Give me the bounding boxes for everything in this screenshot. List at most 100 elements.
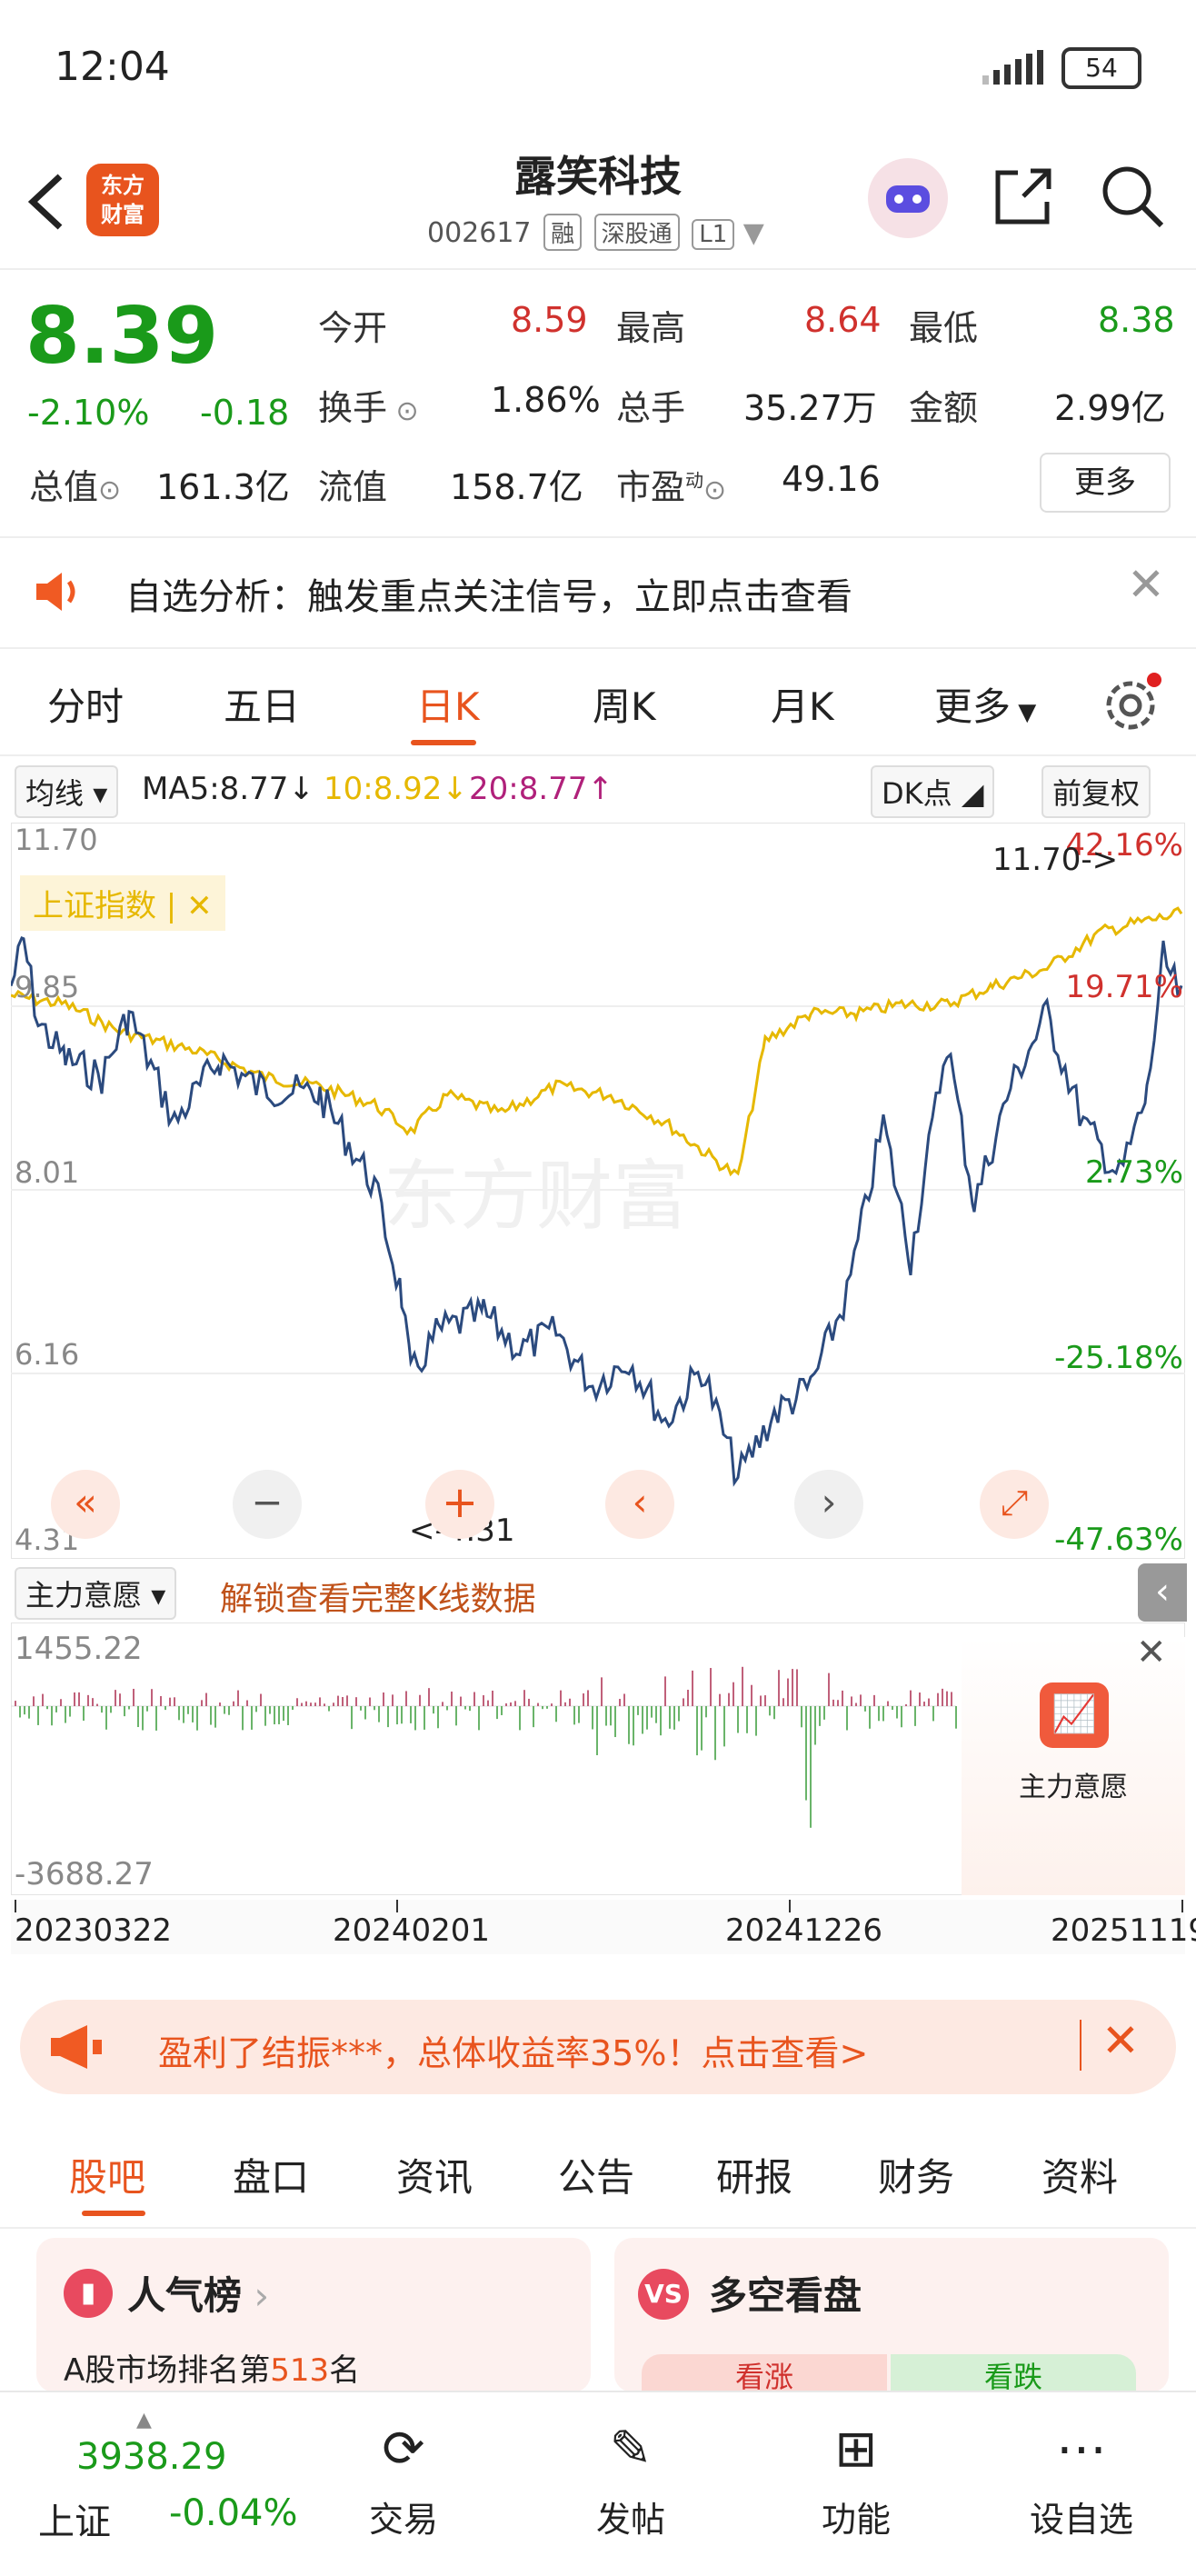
intention-bar [433, 1706, 434, 1714]
close-icon[interactable]: ✕ [1101, 2014, 1140, 2067]
intention-bar [710, 1668, 712, 1706]
intention-bar [705, 1706, 707, 1718]
tab-weekly-k[interactable]: 周K [593, 676, 656, 732]
nav-post[interactable]: ✎ 发帖 [540, 2420, 722, 2541]
intention-bar [687, 1690, 689, 1706]
robot-avatar[interactable] [868, 158, 948, 238]
intention-bar [378, 1706, 380, 1722]
intention-lock-panel[interactable]: 📈 主力意愿 [962, 1637, 1185, 1895]
bull-bear-card[interactable]: VS 多空看盘 看涨 看跌 [614, 2238, 1169, 2394]
value-turnover: 1.86% [491, 380, 601, 420]
bullish-button[interactable]: 看涨 [642, 2354, 887, 2394]
fullscreen-icon[interactable]: ⤢ [980, 1470, 1049, 1539]
share-icon[interactable] [991, 164, 1056, 229]
intention-bar [110, 1706, 112, 1713]
pct-label-4: -25.18% [1054, 1340, 1183, 1376]
intention-bar [169, 1697, 171, 1706]
ma-select[interactable]: 均线 ▾ [15, 765, 119, 818]
unlock-link[interactable]: 解锁查看完整K线数据 [220, 1573, 536, 1620]
intention-bar [105, 1706, 107, 1730]
tab-news[interactable]: 资讯 [396, 2147, 473, 2202]
nav-add-watchlist[interactable]: ⋯ 设自选 [991, 2420, 1172, 2541]
bearish-button[interactable]: 看跌 [891, 2354, 1136, 2394]
intention-bar [464, 1706, 466, 1710]
value-volume: 35.27万 [743, 388, 877, 428]
zoom-in-icon[interactable]: + [425, 1470, 494, 1539]
intention-bar [174, 1697, 175, 1706]
intention-bar [210, 1706, 212, 1725]
intention-bar [242, 1706, 244, 1731]
tab-daily-k[interactable]: 日K [416, 676, 480, 732]
intention-bar [351, 1706, 353, 1730]
intention-bar [832, 1699, 834, 1706]
tab-finance[interactable]: 财务 [878, 2147, 954, 2202]
k-line-chart[interactable]: 东方财富 11.70 9.85 8.01 6.16 4.31 42.16% 19… [9, 822, 1186, 1560]
nav-functions[interactable]: ⊞ 功能 [765, 2420, 947, 2541]
rewind-icon[interactable]: « [51, 1470, 120, 1539]
more-quote-button[interactable]: 更多 [1040, 453, 1171, 513]
tab-announcements[interactable]: 公告 [558, 2147, 634, 2202]
date-label-1: 20230322 [15, 1912, 173, 1949]
settings-icon[interactable] [1100, 671, 1165, 736]
intention-bar [51, 1706, 53, 1726]
zoom-out-icon[interactable]: − [233, 1470, 302, 1539]
intention-bar [264, 1706, 266, 1726]
adjust-select[interactable]: 前复权 [1042, 765, 1151, 818]
intention-bar [446, 1706, 448, 1711]
grid-icon: ⊞ [834, 2420, 878, 2479]
dk-point-select[interactable]: DK点 ◢ [871, 765, 995, 818]
prev-icon[interactable]: ‹ [605, 1470, 674, 1539]
intention-bar [633, 1706, 634, 1746]
next-icon[interactable]: › [794, 1470, 863, 1539]
tab-more[interactable]: 更多 ▼ [934, 676, 1036, 732]
intention-bar [701, 1706, 703, 1751]
search-icon[interactable] [1098, 162, 1167, 231]
intention-bar [819, 1706, 821, 1726]
intention-bar [337, 1695, 339, 1706]
y-label-top: 11.70 [15, 823, 98, 857]
label-amount: 金额 [909, 388, 979, 428]
edit-icon: ✎ [609, 2420, 653, 2479]
intention-bar [374, 1706, 375, 1711]
intention-bottom: -3688.27 [15, 1856, 154, 1892]
tab-orderbook[interactable]: 盘口 [233, 2147, 309, 2202]
promo-banner[interactable]: 盈利了结振***，总体收益率35%！点击查看> ✕ [20, 2000, 1176, 2094]
megaphone-icon [51, 2025, 102, 2069]
intention-badge-label: 主力意愿 [1019, 1772, 1128, 1803]
battery-icon: 54 [1061, 47, 1141, 89]
nav-trade[interactable]: ⟳ 交易 [313, 2420, 494, 2541]
collapse-icon[interactable]: ‹ [1138, 1563, 1187, 1622]
intention-bar [419, 1694, 421, 1706]
intention-bar [619, 1699, 621, 1706]
tab-forum[interactable]: 股吧 [69, 2147, 145, 2202]
tab-research[interactable]: 研报 [716, 2147, 792, 2202]
intention-bar [483, 1695, 484, 1706]
notice-bar[interactable]: 自选分析：触发重点关注信号，立即点击查看 ✕ [0, 536, 1196, 649]
tab-profile[interactable]: 资料 [1042, 2147, 1118, 2202]
intention-chart[interactable]: 1455.22 -3688.27 📈 主力意愿 ✕ [10, 1622, 1186, 1896]
popularity-card[interactable]: ▮ 人气榜 › A股市场排名第513名 [36, 2238, 591, 2392]
intention-bar [751, 1684, 752, 1706]
intention-bar [733, 1682, 734, 1706]
intention-bar [342, 1697, 344, 1706]
intention-bar [196, 1706, 198, 1731]
intention-bar [96, 1703, 98, 1706]
stock-code-line: 002617 融 深股通 L1 ▼ [427, 214, 764, 251]
intention-bar [501, 1706, 503, 1715]
tab-intraday[interactable]: 分时 [47, 676, 124, 732]
close-icon[interactable]: ✕ [1136, 1632, 1167, 1673]
intention-bar [224, 1706, 225, 1714]
intention-bar [537, 1702, 539, 1706]
intention-bar [496, 1706, 498, 1720]
intention-bar [755, 1706, 757, 1736]
intention-bar [873, 1694, 875, 1706]
intention-bar [778, 1670, 780, 1706]
overlay-index-tag[interactable]: 上证指数 | ✕ [20, 875, 225, 931]
indicator-select[interactable]: 主力意愿 ▾ [15, 1567, 177, 1620]
tab-five-day[interactable]: 五日 [224, 676, 300, 732]
tab-monthly-k[interactable]: 月K [771, 676, 834, 732]
index-name[interactable]: 上证 [38, 2492, 111, 2545]
close-icon[interactable]: ✕ [1127, 558, 1165, 611]
intention-bar [664, 1676, 666, 1706]
intention-bar [546, 1706, 548, 1709]
